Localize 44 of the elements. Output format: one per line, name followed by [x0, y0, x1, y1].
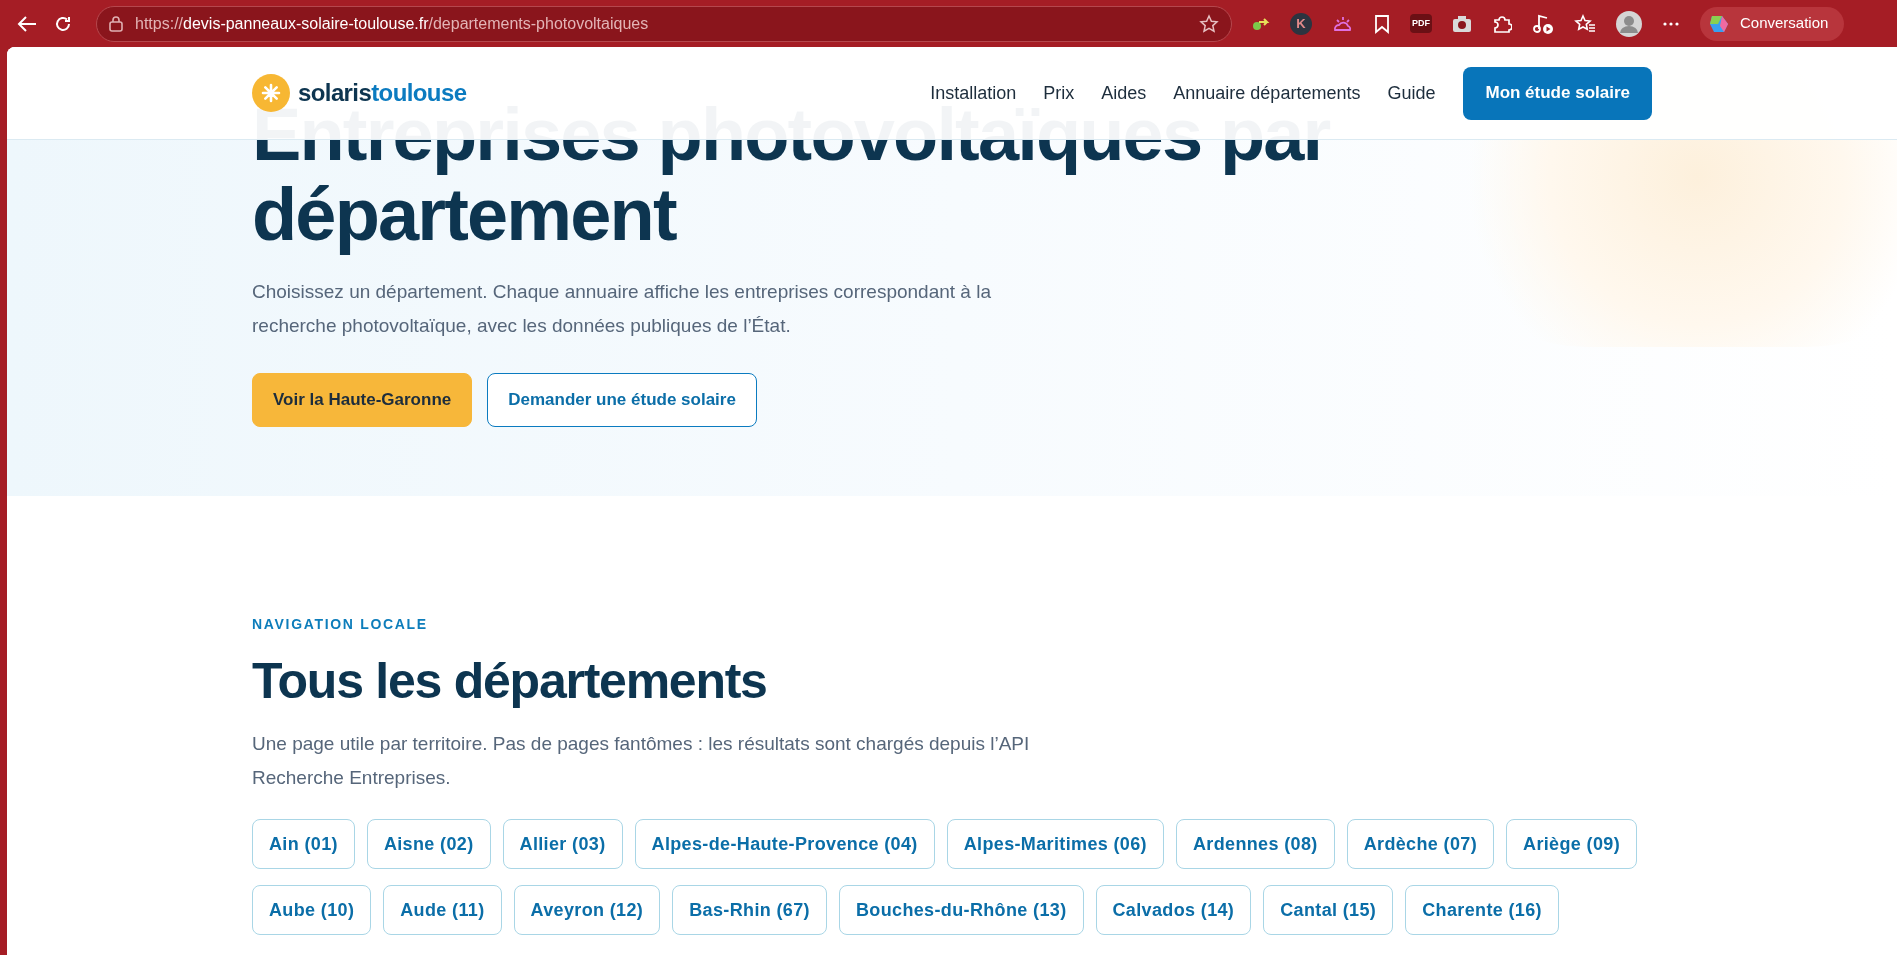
department-link[interactable]: Aisne (02) [366, 819, 491, 869]
camera-icon[interactable] [1452, 14, 1472, 33]
lock-icon [109, 15, 123, 32]
department-link[interactable]: Allier (03) [502, 819, 623, 869]
department-link[interactable]: Bas-Rhin (67) [672, 885, 827, 935]
bookmark-icon[interactable] [1374, 13, 1390, 34]
copilot-button[interactable]: Conversation [1700, 6, 1845, 41]
nav-link[interactable]: Prix [1043, 79, 1075, 107]
department-link[interactable]: Charente (16) [1405, 885, 1559, 935]
department-link[interactable]: Aube (10) [252, 885, 372, 935]
music-icon[interactable] [1532, 12, 1554, 35]
nav-link[interactable]: Annuaire départements [1173, 79, 1361, 107]
department-link[interactable]: Ain (01) [252, 819, 355, 869]
avatar-icon[interactable] [1616, 10, 1642, 37]
back-icon[interactable] [15, 13, 38, 34]
primary-button[interactable]: Voir la Haute-Garonne [252, 373, 473, 427]
more-icon[interactable] [1662, 20, 1680, 27]
pdf-icon[interactable]: PDF [1410, 13, 1432, 34]
url-text: https://devis-panneaux-solaire-toulouse.fr/departements-photovoltaiques [135, 13, 649, 34]
section-text: Une page utile par territoire. Pas de pages fantômes : les résultats sont chargés depuis l’API Recherche Entreprises. [252, 732, 1031, 790]
department-link[interactable]: Aveyron (12) [513, 885, 661, 935]
department-link[interactable]: Calvados (14) [1095, 885, 1252, 935]
favorites-icon[interactable] [1574, 13, 1596, 34]
department-link[interactable]: Ardennes (08) [1175, 819, 1335, 869]
address-bar[interactable]: https://devis-panneaux-solaire-toulouse.fr/departements-photovoltaiques [96, 5, 1232, 42]
extension-icon[interactable]: K [1290, 12, 1312, 35]
section-title: Tous les départements [252, 652, 768, 711]
department-link[interactable]: Ardèche (07) [1346, 819, 1495, 869]
study-button[interactable]: Mon étude solaire [1463, 66, 1652, 120]
nav-link[interactable]: Aides [1101, 79, 1147, 107]
star-icon[interactable] [1199, 13, 1219, 34]
hero-text: Choisissez un département. Chaque annuaire affiche les entreprises correspondant à la recherche photovoltaïque, avec les données publiques de l’État. [252, 280, 992, 338]
puzzle-icon[interactable] [1492, 13, 1512, 34]
section-eyebrow: NAVIGATION LOCALE [252, 615, 429, 634]
nav-link[interactable]: Installation [930, 79, 1017, 107]
department-link[interactable]: Alpes-de-Haute-Provence (04) [634, 819, 935, 869]
hero-title-line: département [252, 175, 676, 255]
nav-link[interactable]: Guide [1387, 79, 1436, 107]
department-link[interactable]: Aude (11) [383, 885, 502, 935]
outline-button[interactable]: Demander une étude solaire [487, 373, 757, 427]
department-link[interactable]: Alpes-Maritimes (06) [946, 819, 1164, 869]
department-link[interactable]: Cantal (15) [1263, 885, 1394, 935]
department-link[interactable]: Bouches-du-Rhône (13) [838, 885, 1084, 935]
department-link[interactable]: Ariège (09) [1506, 819, 1638, 869]
